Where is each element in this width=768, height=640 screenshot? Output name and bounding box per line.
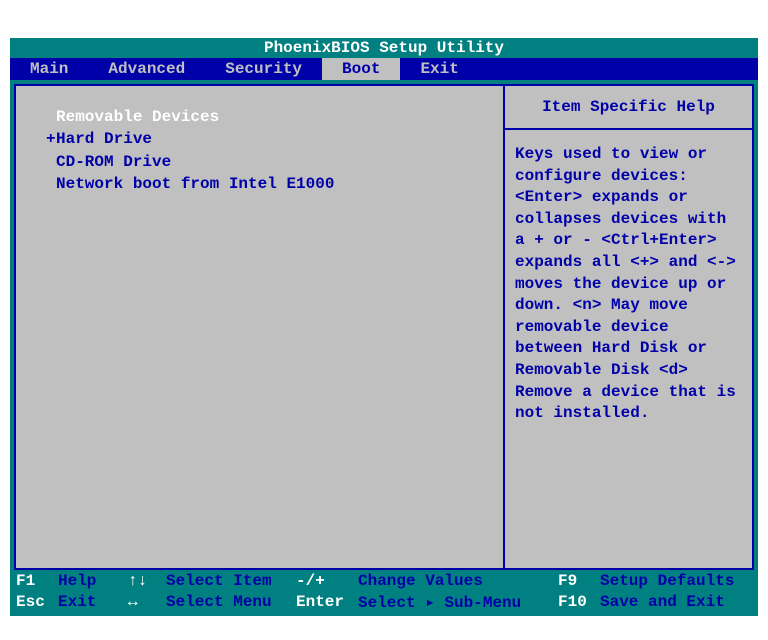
help-body: Keys used to view or configure devices: …	[505, 130, 752, 439]
menu-advanced[interactable]: Advanced	[88, 58, 205, 80]
help-title: Item Specific Help	[505, 86, 752, 130]
boot-item-removable[interactable]: Removable Devices	[46, 106, 493, 128]
menu-main[interactable]: Main	[10, 58, 88, 80]
key-f9: F9	[558, 572, 600, 590]
menu-security[interactable]: Security	[205, 58, 322, 80]
key-f1: F1	[16, 572, 58, 590]
main-area: Removable Devices Hard Drive CD-ROM Driv…	[10, 80, 758, 570]
help-panel: Item Specific Help Keys used to view or …	[504, 84, 754, 570]
action-select-submenu: Select ▸ Sub-Menu	[358, 592, 558, 612]
action-exit: Exit	[58, 593, 128, 611]
bios-window: PhoenixBIOS Setup Utility Main Advanced …	[10, 38, 758, 610]
boot-order-panel: Removable Devices Hard Drive CD-ROM Driv…	[14, 84, 504, 570]
boot-item-hard-drive[interactable]: Hard Drive	[46, 128, 493, 150]
action-change-values: Change Values	[358, 572, 558, 590]
action-save-exit: Save and Exit	[600, 593, 752, 611]
action-setup-defaults: Setup Defaults	[600, 572, 752, 590]
key-esc: Esc	[16, 593, 58, 611]
key-updown: ↑↓	[128, 572, 166, 590]
boot-item-network[interactable]: Network boot from Intel E1000	[46, 173, 493, 195]
menu-boot[interactable]: Boot	[322, 58, 400, 80]
title-text: PhoenixBIOS Setup Utility	[264, 39, 504, 57]
boot-item-cdrom[interactable]: CD-ROM Drive	[46, 151, 493, 173]
key-enter: Enter	[296, 593, 358, 611]
menu-bar[interactable]: Main Advanced Security Boot Exit	[10, 58, 758, 80]
key-leftright: ↔	[128, 593, 166, 611]
footer-hints: F1 Help ↑↓ Select Item -/+ Change Values…	[10, 570, 758, 616]
title-bar: PhoenixBIOS Setup Utility	[10, 38, 758, 58]
key-plusminus: -/+	[296, 572, 358, 590]
menu-exit[interactable]: Exit	[400, 58, 478, 80]
action-select-menu: Select Menu	[166, 593, 296, 611]
action-help: Help	[58, 572, 128, 590]
key-f10: F10	[558, 593, 600, 611]
action-select-item: Select Item	[166, 572, 296, 590]
